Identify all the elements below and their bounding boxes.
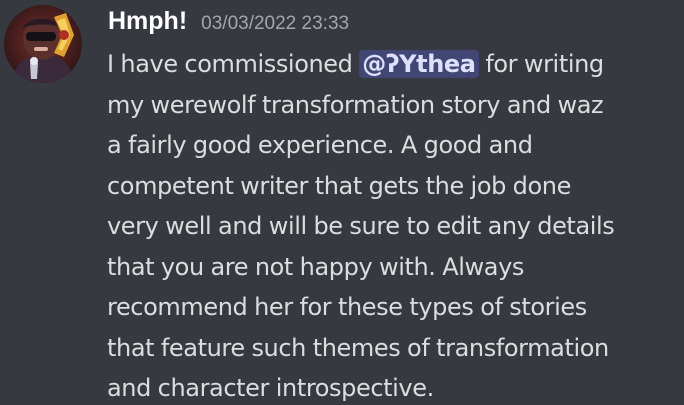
message-line: my werewolf transformation story and waz: [107, 90, 604, 119]
chat-message: Hmph! 03/03/2022 23:33 I have commission…: [0, 0, 684, 405]
message-header: Hmph! 03/03/2022 23:33: [108, 7, 349, 41]
username[interactable]: Hmph!: [108, 7, 187, 36]
avatar-icon: [4, 5, 82, 83]
message-line: very well and will be sure to edit any d…: [107, 212, 615, 240]
message-line: I have commissioned @ʔYthea for writing: [107, 44, 683, 85]
message-content: I have commissioned @ʔYthea for writing …: [107, 44, 683, 405]
message-text: I have commissioned: [107, 50, 360, 78]
message-line: a fairly good experience. A good and: [107, 131, 533, 159]
message-timestamp: 03/03/2022 23:33: [201, 13, 350, 34]
user-mention[interactable]: @ʔYthea: [359, 50, 479, 78]
message-line: recommend her for these types of stories: [107, 293, 587, 321]
message-line: competent writer that gets the job done: [107, 171, 571, 200]
message-line: and character introspective.: [107, 374, 434, 402]
message-line: that feature such themes of transformati…: [107, 333, 609, 362]
message-line: that you are not happy with. Always: [107, 252, 524, 281]
user-avatar[interactable]: [4, 5, 82, 83]
message-text: for writing: [478, 50, 604, 78]
